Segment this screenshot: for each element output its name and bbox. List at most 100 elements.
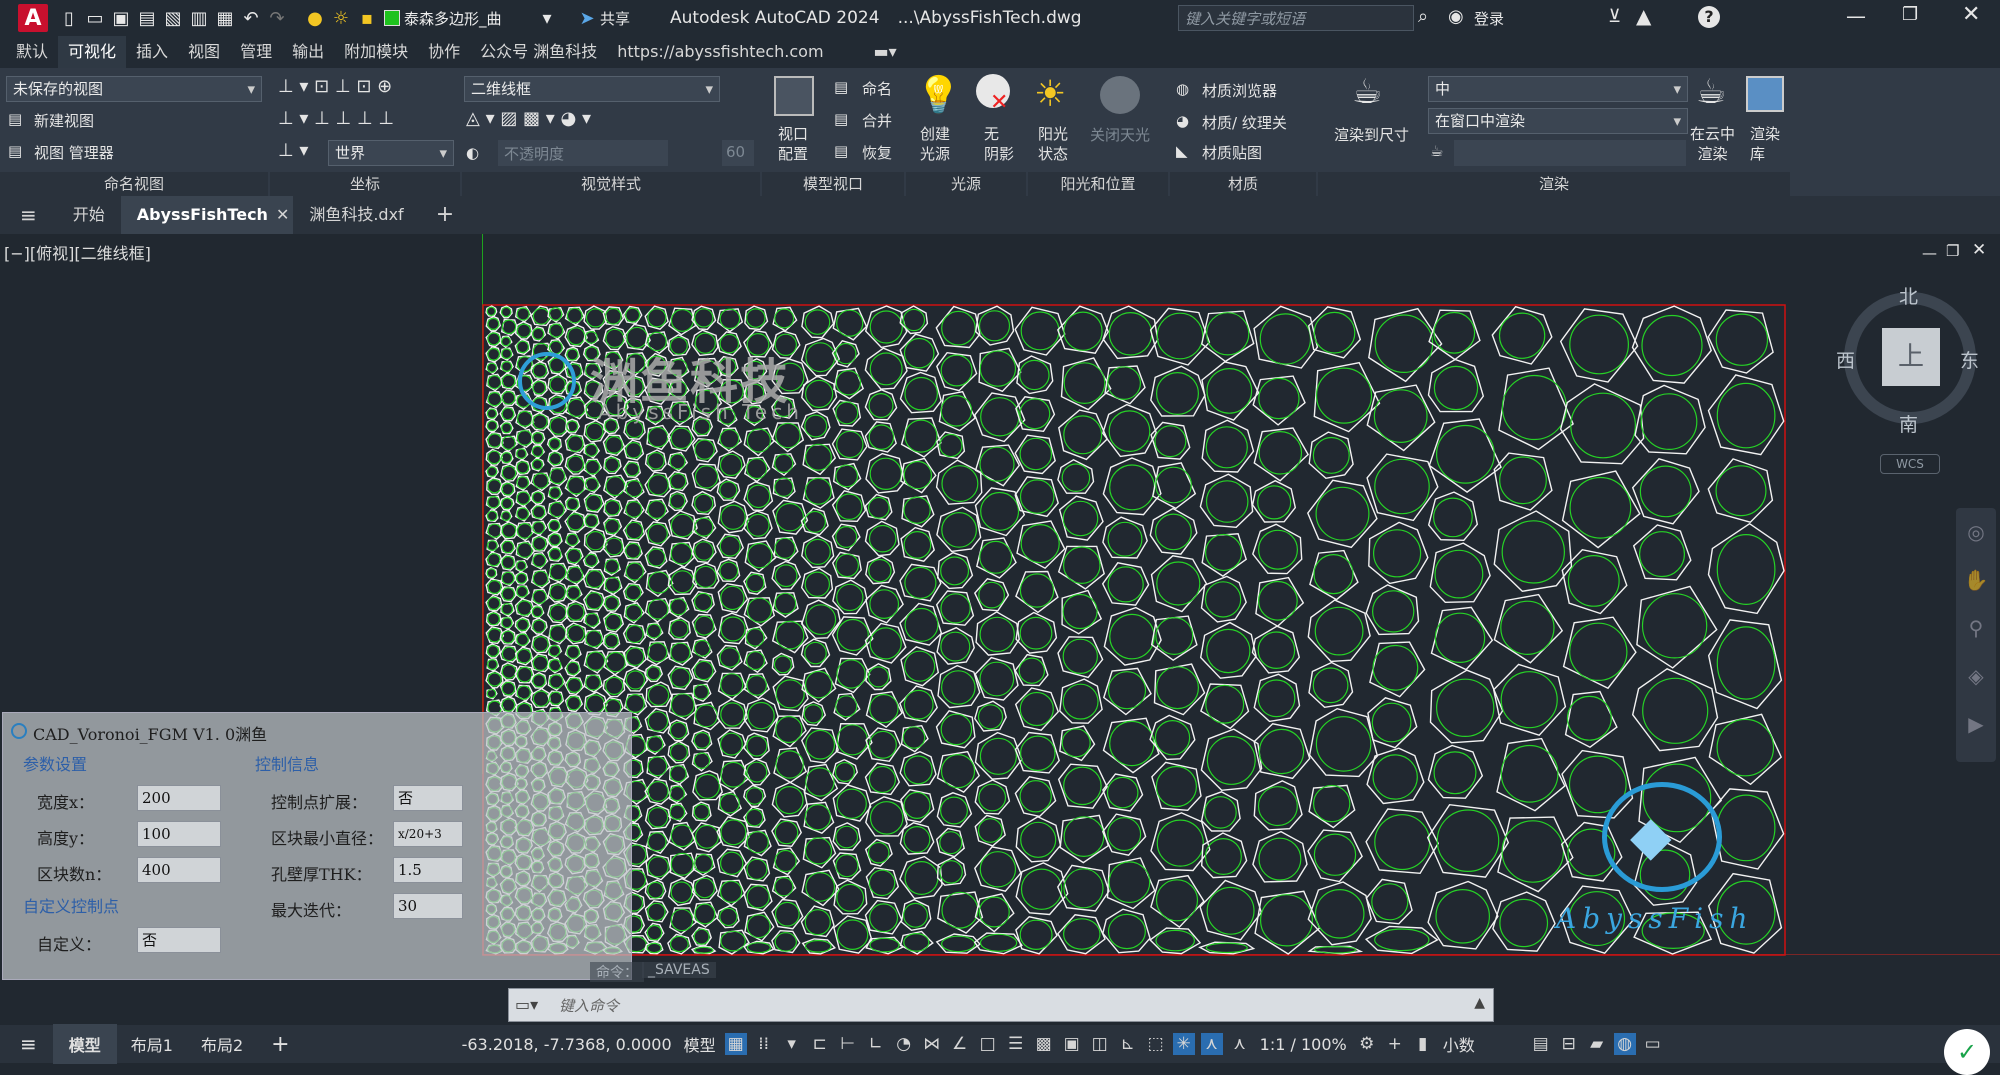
tab-close-icon[interactable]: ✕ — [271, 196, 294, 234]
new-view-button[interactable]: 新建视图 — [34, 110, 94, 131]
iter-input[interactable]: 30 — [393, 893, 463, 919]
ribbon-tab-insert[interactable]: 插入 — [126, 36, 178, 68]
infer-icon[interactable]: ⊏ — [809, 1033, 831, 1055]
viewcube-north[interactable]: 北 — [1899, 282, 1918, 309]
create-light-icon[interactable]: 💡 — [916, 74, 961, 116]
tab-start[interactable]: 开始 — [57, 196, 121, 234]
cloud-render-button[interactable]: 在云中 渲染 — [1690, 124, 1735, 164]
ribbon-tab-website[interactable]: https://abyssfishtech.com — [607, 36, 833, 68]
material-texture-toggle[interactable]: 材质/ 纹理关 — [1202, 112, 1287, 133]
quick-properties-icon[interactable]: ▤ — [1530, 1033, 1552, 1055]
tab-model[interactable]: 模型 — [52, 1024, 117, 1064]
navigation-bar[interactable]: ◎ ✋ ⚲ ◈ ▶ — [1956, 508, 1996, 762]
view-manager-icon[interactable]: ▤ — [8, 142, 22, 160]
mindia-input[interactable]: x/20+3 — [393, 821, 463, 847]
render-env-icon[interactable]: ☕ — [1430, 142, 1443, 160]
units-dropdown[interactable]: 小数 — [1437, 1032, 1527, 1056]
render-quality-dropdown[interactable]: 中 — [1428, 76, 1688, 102]
layer-dropdown-arrow-icon[interactable]: ▾ — [534, 5, 560, 31]
search-input[interactable]: 键入关键字或短语 — [1178, 5, 1414, 31]
ribbon-tab-visualize[interactable]: 可视化 — [58, 36, 127, 68]
sun-status-icon[interactable]: ☀ — [1034, 74, 1066, 115]
qat-upload-icon[interactable]: ▥ — [186, 5, 212, 31]
model-space-toggle[interactable]: 模型 — [678, 1032, 722, 1056]
material-browser-icon[interactable]: ◍ — [1176, 80, 1189, 98]
height-input[interactable]: 100 — [137, 821, 221, 847]
named-viewport-button[interactable]: 命名 — [862, 78, 892, 99]
ribbon-tab-manage[interactable]: 管理 — [230, 36, 282, 68]
gizmo-icon[interactable]: ✳ — [1172, 1033, 1195, 1055]
panel-render[interactable]: 渲染 — [1318, 172, 1790, 196]
ribbon-tab-default[interactable]: 默认 — [6, 36, 58, 68]
viewport-restore-icon[interactable]: ❐ — [1946, 242, 1959, 260]
user-icon[interactable]: ◉ — [1448, 6, 1464, 27]
snap-dropdown-icon[interactable]: ▾ — [781, 1033, 803, 1055]
osnap-icon[interactable]: □ — [977, 1033, 999, 1055]
layout-menu-icon[interactable]: ≡ — [14, 1032, 43, 1056]
qat-save-icon[interactable]: ▣ — [108, 5, 134, 31]
voronoi-plugin-dialog[interactable]: CAD_Voronoi_FGM V1. 0渊鱼 参数设置 控制信息 宽度x： 2… — [2, 712, 632, 980]
tab-layout2[interactable]: 布局2 — [187, 1032, 257, 1056]
custom-input[interactable]: 否 — [137, 927, 221, 953]
viewcube-top-face[interactable]: 上 — [1882, 328, 1940, 386]
ribbon-minimize-toggle[interactable]: ▬▾ — [864, 36, 907, 68]
viewcube-east[interactable]: 东 — [1960, 346, 1979, 373]
annotation-monitor-icon[interactable]: + — [1384, 1033, 1406, 1055]
hardware-accel-icon[interactable]: ◍ — [1613, 1033, 1636, 1055]
thk-input[interactable]: 1.5 — [393, 857, 463, 883]
layer-dropdown[interactable]: 泰森多边形_曲 — [404, 8, 534, 29]
dynamic-ucs-icon[interactable]: ⊾ — [1117, 1033, 1139, 1055]
visual-style-tools-icons[interactable]: ◬ ▾ ▨ ▩ ▾ ◕ ▾ — [466, 108, 591, 129]
qat-web-icon[interactable]: ▧ — [160, 5, 186, 31]
qat-open-icon[interactable]: ▭ — [82, 5, 108, 31]
qat-print-icon[interactable]: ▦ — [212, 5, 238, 31]
ucs-axis-icons[interactable]: ⊥ ▾ ⊥ ⊥ ⊥ ⊥ — [278, 108, 394, 129]
render-target-dropdown[interactable]: 在窗口中渲染 — [1428, 108, 1688, 134]
material-browser-button[interactable]: 材质浏览器 — [1202, 80, 1277, 101]
opacity-value[interactable]: 60 — [722, 140, 754, 166]
viewport-config-icon[interactable] — [774, 76, 814, 116]
width-input[interactable]: 200 — [137, 785, 221, 811]
viewcube-south[interactable]: 南 — [1899, 410, 1918, 437]
qat-undo-icon[interactable]: ↶ — [238, 5, 264, 31]
share-icon[interactable]: ➤ — [574, 5, 600, 31]
tab-abyssfishtech[interactable]: AbyssFishTech — [120, 196, 284, 234]
clean-screen-icon[interactable]: ▭ — [1642, 1033, 1664, 1055]
ribbon-tab-output[interactable]: 输出 — [282, 36, 334, 68]
selection-cycling-icon[interactable]: ▣ — [1061, 1033, 1083, 1055]
blocks-input[interactable]: 400 — [137, 857, 221, 883]
no-shadow-button[interactable]: 无 阴影 — [984, 124, 1014, 164]
annotation-visibility-icon[interactable]: ⋏ — [1200, 1033, 1223, 1055]
named-view-dropdown[interactable]: 未保存的视图 — [6, 76, 262, 102]
snap-icon[interactable]: ⁞⁞ — [753, 1033, 775, 1055]
lock-ui-icon[interactable]: ⊟ — [1558, 1033, 1580, 1055]
layer-lock-icon[interactable]: ▪ — [354, 5, 380, 31]
command-input[interactable]: 键入命令 — [559, 995, 619, 1016]
viewcube-west[interactable]: 西 — [1836, 346, 1855, 373]
sun-status-button[interactable]: 阳光 状态 — [1038, 124, 1068, 164]
auto-scale-icon[interactable]: ⋏ — [1229, 1033, 1251, 1055]
workspace-gear-icon[interactable]: ⚙ — [1356, 1033, 1378, 1055]
render-gallery-button[interactable]: 渲染 库 — [1750, 124, 1780, 164]
restore-viewport-button[interactable]: 恢复 — [862, 142, 892, 163]
isolate-objects-icon[interactable]: ▰ — [1586, 1033, 1608, 1055]
render-gallery-icon[interactable] — [1746, 76, 1784, 112]
join-viewport-icon[interactable]: ▤ — [834, 110, 848, 128]
cursor-coordinates[interactable]: -63.2018, -7.7368, 0.0000 — [456, 1035, 678, 1054]
qat-saveas-icon[interactable]: ▤ — [134, 5, 160, 31]
app-menu-icon[interactable]: ≡ — [0, 196, 57, 234]
transparency-icon[interactable]: ▩ — [1033, 1033, 1055, 1055]
autodesk-icon[interactable]: ▲ — [1636, 4, 1651, 28]
restore-viewport-icon[interactable]: ▤ — [834, 142, 848, 160]
wcs-menu[interactable]: WCS — [1880, 454, 1940, 474]
ribbon-tab-view[interactable]: 视图 — [178, 36, 230, 68]
viewport-controls-label[interactable]: [−][俯视][二维线框] — [4, 240, 151, 264]
isodraft-icon[interactable]: ⋈ — [921, 1033, 943, 1055]
dynamic-input-icon[interactable]: ⊢ — [837, 1033, 859, 1055]
osnap-tracking-icon[interactable]: ∠ — [949, 1033, 971, 1055]
viewport-minimize-icon[interactable]: — — [1922, 244, 1937, 262]
command-line[interactable]: ▭▾ 键入命令 ▲ — [508, 988, 1494, 1022]
add-layout-icon[interactable]: + — [257, 1032, 303, 1057]
cart-icon[interactable]: ⊻ — [1608, 6, 1621, 27]
panel-materials[interactable]: 材质 — [1170, 172, 1316, 196]
